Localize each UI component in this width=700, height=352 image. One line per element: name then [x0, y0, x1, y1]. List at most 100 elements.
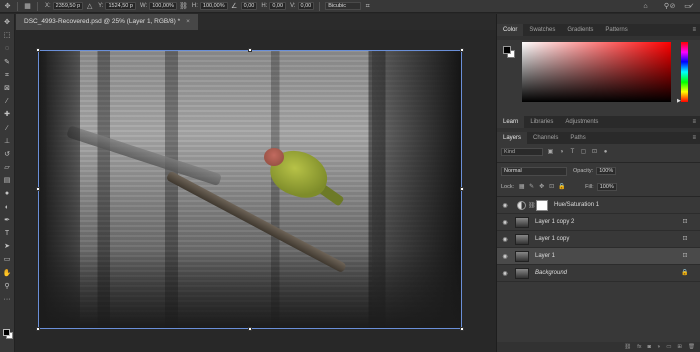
new-group-icon[interactable]: ▭ — [666, 344, 671, 350]
tab-adjustments[interactable]: Adjustments — [559, 116, 604, 128]
marquee-tool-icon[interactable]: ⬚ — [2, 29, 13, 42]
lock-artboard-icon[interactable]: ⊡ — [548, 184, 555, 191]
angle-field[interactable]: 0,00 — [240, 2, 258, 10]
canvas-image[interactable] — [38, 50, 462, 329]
healing-brush-tool-icon[interactable]: ✚ — [2, 108, 13, 121]
search-icon[interactable]: ⚲ — [662, 2, 671, 11]
foreground-color-swatch[interactable] — [3, 329, 10, 336]
tab-learn[interactable]: Learn — [497, 116, 525, 128]
path-selection-tool-icon[interactable]: ➤ — [2, 240, 13, 253]
filter-toggle-icon[interactable]: ● — [602, 149, 609, 156]
frame-tool-icon[interactable]: ⊠ — [2, 82, 13, 95]
layer-mask-thumbnail[interactable] — [536, 199, 548, 211]
lock-image-icon[interactable]: ✎ — [528, 184, 535, 191]
tab-patterns[interactable]: Patterns — [599, 24, 633, 36]
layer-row-layer-1-copy-2[interactable]: ◉ Layer 1 copy 2 ⊡ — [497, 214, 700, 231]
pen-tool-icon[interactable]: ✒ — [2, 214, 13, 227]
rectangle-tool-icon[interactable]: ▭ — [2, 253, 13, 266]
tab-layers[interactable]: Layers — [497, 132, 528, 144]
canvas-area[interactable] — [16, 30, 496, 352]
filter-adjustment-icon[interactable]: ◑ — [558, 149, 565, 156]
filter-type-icon[interactable]: T — [569, 149, 576, 156]
tab-paths[interactable]: Paths — [564, 132, 591, 144]
transform-handle-bottom[interactable] — [248, 327, 252, 331]
quick-select-tool-icon[interactable]: ✎ — [2, 56, 13, 69]
home-icon[interactable]: ⌂ — [641, 2, 650, 11]
reference-point-icon[interactable]: ▦ — [23, 2, 32, 11]
layer-row-background[interactable]: ◉ Background 🔒 — [497, 265, 700, 282]
h-skew-field[interactable]: 0,00 — [269, 2, 287, 10]
gradient-tool-icon[interactable]: ▤ — [2, 174, 13, 187]
visibility-eye-icon[interactable]: ◉ — [497, 253, 513, 260]
eyedropper-tool-icon[interactable]: ⁄ — [2, 95, 13, 108]
visibility-eye-icon[interactable]: ◉ — [497, 236, 513, 243]
transform-handle-top[interactable] — [248, 48, 252, 52]
tab-channels[interactable]: Channels — [527, 132, 564, 144]
warp-icon[interactable]: ⌗ — [363, 2, 372, 11]
new-adjustment-icon[interactable]: ◑ — [657, 344, 660, 350]
color-picker-field[interactable] — [522, 42, 671, 102]
move-tool-preset-icon[interactable]: ✥ — [3, 2, 12, 11]
mask-link-icon[interactable]: ⛓ — [528, 202, 536, 209]
blend-mode-select[interactable]: Normal — [501, 166, 567, 176]
x-position-field[interactable]: 2359,50 p — [52, 2, 84, 10]
width-field[interactable]: 100,00% — [149, 2, 177, 10]
panel-menu-icon[interactable]: ≡ — [692, 119, 696, 125]
layer-row-layer-1[interactable]: ◉ Layer 1 ⊡ — [497, 248, 700, 265]
panel-menu-icon[interactable]: ≡ — [692, 27, 696, 33]
filter-smart-object-icon[interactable]: ⊡ — [591, 149, 598, 156]
move-tool-icon[interactable]: ✥ — [2, 16, 13, 29]
panel-menu-icon[interactable]: ≡ — [692, 135, 696, 141]
transform-handle-right[interactable] — [460, 187, 464, 191]
visibility-eye-icon[interactable]: ◉ — [497, 270, 513, 277]
filter-pixel-icon[interactable]: ▣ — [547, 149, 554, 156]
workspace-icon[interactable]: ▭ — [683, 2, 692, 11]
transform-handle-bottom-left[interactable] — [36, 327, 40, 331]
eraser-tool-icon[interactable]: ▱ — [2, 161, 13, 174]
crop-tool-icon[interactable]: ⌗ — [2, 69, 13, 82]
kind-filter-select[interactable]: Kind — [501, 148, 543, 156]
document-tab[interactable]: DSC_4993-Recovered.psd @ 25% (Layer 1, R… — [16, 14, 198, 30]
clone-stamp-tool-icon[interactable]: ⊥ — [2, 135, 13, 148]
filter-shape-icon[interactable]: ▢ — [580, 149, 587, 156]
close-tab-icon[interactable]: × — [186, 18, 190, 25]
hand-tool-icon[interactable]: ✋ — [2, 267, 13, 280]
interpolation-select[interactable]: Bicubic — [325, 2, 362, 10]
blur-tool-icon[interactable]: ● — [2, 187, 13, 200]
visibility-eye-icon[interactable]: ◉ — [497, 219, 513, 226]
transform-handle-left[interactable] — [36, 187, 40, 191]
triangle-icon[interactable]: △ — [85, 2, 94, 11]
link-icon[interactable]: ⛓ — [179, 2, 188, 11]
transform-handle-bottom-right[interactable] — [460, 327, 464, 331]
transform-handle-top-left[interactable] — [36, 48, 40, 52]
tab-color[interactable]: Color — [497, 24, 524, 36]
tab-libraries[interactable]: Libraries — [524, 116, 559, 128]
tab-gradients[interactable]: Gradients — [561, 24, 599, 36]
height-field[interactable]: 100,00% — [199, 2, 228, 10]
lock-transparent-icon[interactable]: ▦ — [518, 184, 525, 191]
fill-field[interactable]: 100% — [596, 183, 617, 191]
color-foreground-swatch[interactable] — [503, 46, 511, 54]
v-skew-field[interactable]: 0,00 — [297, 2, 315, 10]
visibility-eye-icon[interactable]: ◉ — [497, 202, 513, 209]
lock-all-icon[interactable]: 🔒 — [558, 184, 565, 191]
brush-tool-icon[interactable]: ∕ — [2, 122, 13, 135]
new-layer-icon[interactable]: ⊞ — [677, 344, 682, 350]
layer-row-hue-saturation[interactable]: ◉ ⛓ Hue/Saturation 1 — [497, 197, 700, 214]
dodge-tool-icon[interactable]: ◐ — [2, 201, 13, 214]
hue-slider-arrow-icon[interactable]: ▶ — [677, 98, 681, 104]
link-layers-icon[interactable]: ⛓ — [624, 344, 631, 350]
type-tool-icon[interactable]: T — [2, 227, 13, 240]
lock-position-icon[interactable]: ✥ — [538, 184, 545, 191]
lasso-tool-icon[interactable]: ◌ — [2, 42, 13, 55]
layer-style-icon[interactable]: fx — [637, 344, 641, 350]
zoom-tool-icon[interactable]: ⚲ — [2, 280, 13, 293]
y-position-field[interactable]: 1524,50 p — [105, 2, 136, 10]
tab-swatches[interactable]: Swatches — [523, 24, 561, 36]
transform-handle-top-right[interactable] — [460, 48, 464, 52]
history-brush-tool-icon[interactable]: ↺ — [2, 148, 13, 161]
layer-row-layer-1-copy[interactable]: ◉ Layer 1 copy ⊡ — [497, 231, 700, 248]
more-tools-icon[interactable]: ··· — [2, 293, 13, 306]
delete-layer-icon[interactable]: 🗑 — [688, 344, 695, 350]
hue-slider[interactable] — [681, 42, 688, 102]
